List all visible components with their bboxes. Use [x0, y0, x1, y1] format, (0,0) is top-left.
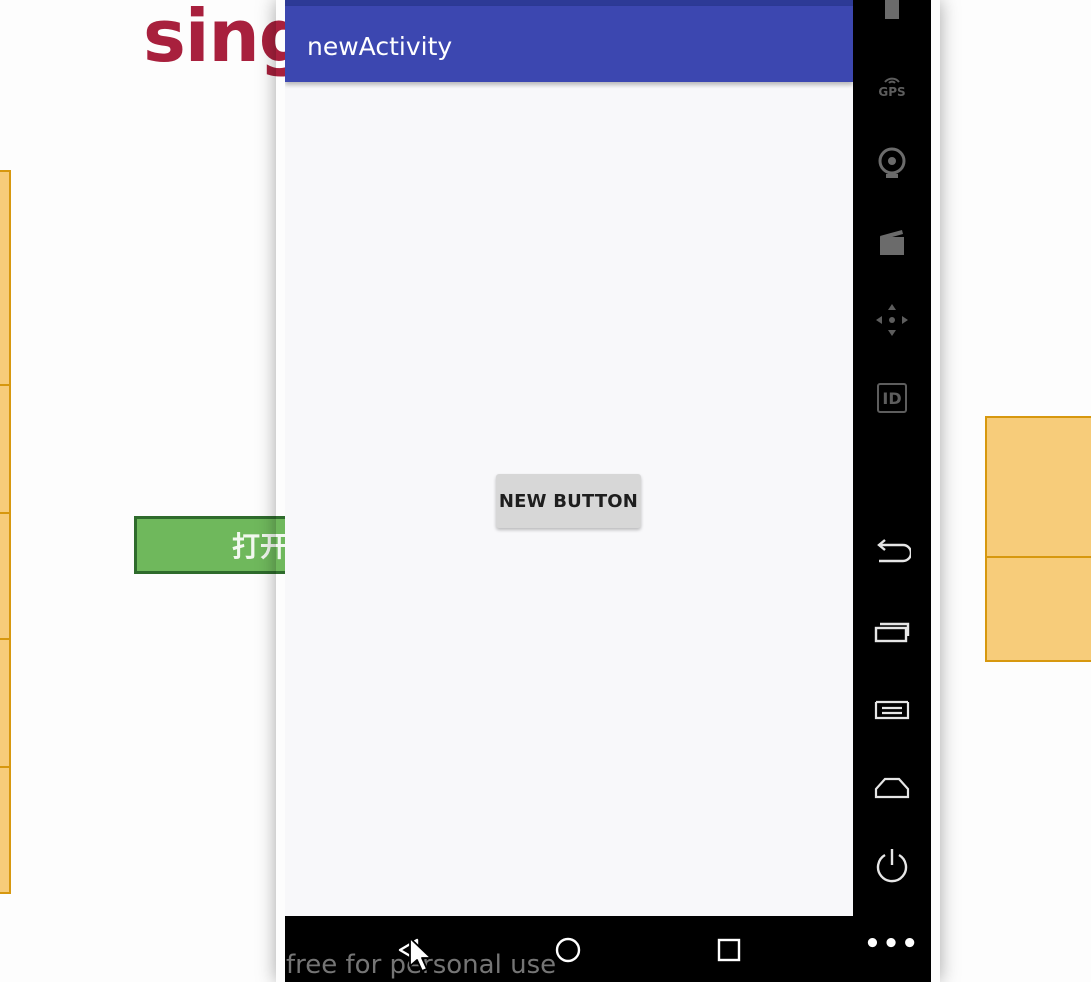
menu-icon[interactable]	[872, 690, 912, 730]
back-arrow-icon[interactable]	[872, 532, 912, 572]
dpad-icon[interactable]	[872, 300, 912, 340]
app-bar: newActivity	[285, 6, 853, 82]
box-divider	[0, 512, 9, 514]
home-icon[interactable]	[872, 768, 912, 808]
box-divider	[0, 766, 9, 768]
recents-square-icon[interactable]	[709, 930, 749, 970]
battery-icon[interactable]	[872, 0, 912, 34]
overview-icon[interactable]	[872, 612, 912, 652]
mouse-cursor-icon	[409, 937, 432, 972]
more-options-icon[interactable]: •••	[864, 924, 918, 964]
gps-icon[interactable]: GPS	[872, 66, 912, 106]
device-id-icon[interactable]: ID	[872, 378, 912, 418]
camera-icon[interactable]	[872, 144, 912, 184]
phone-screen: newActivity NEW BUTTON	[285, 0, 853, 916]
gps-label: GPS	[878, 85, 906, 99]
power-icon[interactable]	[872, 846, 912, 886]
app-bar-title: newActivity	[307, 32, 453, 61]
left-box-stack	[0, 170, 11, 894]
box-divider	[0, 384, 9, 386]
id-label: ID	[882, 388, 902, 408]
right-box-stack	[985, 416, 1091, 662]
box-divider	[987, 556, 1091, 558]
box-divider	[0, 638, 9, 640]
screen-record-icon[interactable]	[872, 222, 912, 262]
emulator-toolbar: GPS ID •••	[853, 0, 931, 982]
new-button[interactable]: NEW BUTTON	[496, 474, 641, 528]
activity-content: NEW BUTTON	[285, 82, 853, 916]
more-options-label: •••	[864, 929, 920, 959]
